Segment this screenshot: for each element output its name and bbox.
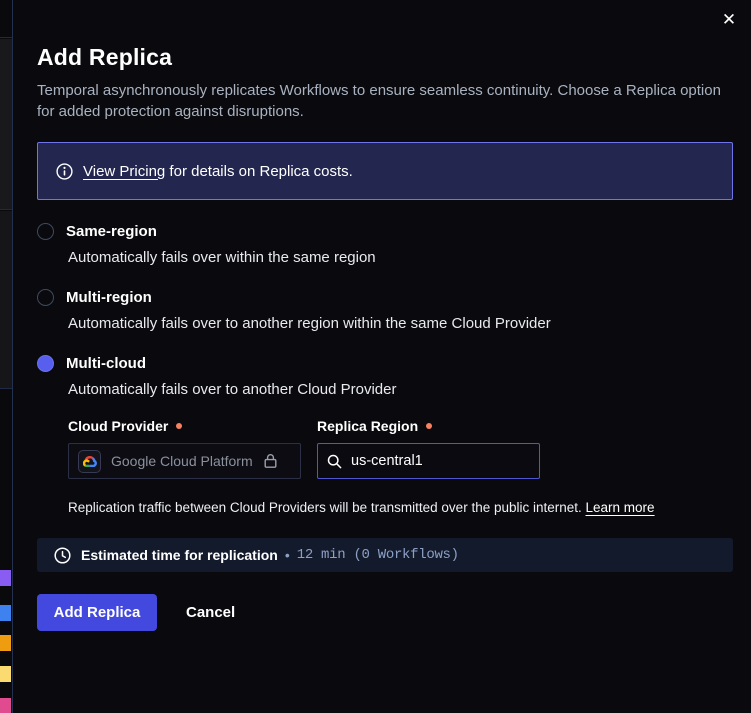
cloud-provider-field: Google Cloud Platform — [68, 443, 301, 479]
close-icon[interactable]: ✕ — [715, 6, 743, 34]
add-replica-button[interactable]: Add Replica — [37, 594, 157, 631]
required-dot — [176, 423, 182, 429]
backdrop-color-bar — [0, 666, 11, 682]
replica-region-field[interactable] — [317, 443, 540, 479]
modal-actions: Add Replica Cancel — [37, 594, 733, 631]
add-replica-modal: ✕ Add Replica Temporal asynchronously re… — [13, 0, 751, 713]
modal-description: Temporal asynchronously replicates Workf… — [37, 80, 727, 122]
backdrop-section — [0, 0, 12, 38]
search-icon — [327, 454, 342, 469]
option-multi-region-label[interactable]: Multi-region — [66, 289, 152, 306]
pricing-banner-rest: for details on Replica costs. — [165, 163, 353, 180]
replica-region-input[interactable] — [351, 453, 516, 469]
replica-region-label: Replica Region — [317, 418, 432, 434]
option-same-region-label[interactable]: Same-region — [66, 223, 157, 240]
radio-multi-region[interactable] — [37, 289, 54, 306]
page-title: Add Replica — [37, 44, 733, 71]
backdrop-color-bar — [0, 635, 11, 651]
public-internet-note: Replication traffic between Cloud Provid… — [68, 500, 733, 515]
option-multi-region: Multi-region Automatically fails over to… — [37, 289, 733, 332]
option-same-region: Same-region Automatically fails over wit… — [37, 223, 733, 266]
backdrop-color-bar — [0, 698, 11, 713]
pricing-banner-text: View Pricing for details on Replica cost… — [83, 163, 353, 180]
backdrop-color-bar — [0, 605, 11, 621]
backdrop-color-bar — [0, 570, 11, 586]
learn-more-link[interactable]: Learn more — [586, 500, 655, 515]
backdrop-section — [0, 390, 12, 713]
cancel-button[interactable]: Cancel — [186, 604, 235, 621]
clock-icon — [54, 547, 71, 564]
required-dot — [426, 423, 432, 429]
pricing-info-banner: View Pricing for details on Replica cost… — [37, 142, 733, 200]
info-icon — [56, 163, 73, 180]
cloud-provider-value: Google Cloud Platform — [111, 453, 253, 469]
backdrop-section — [0, 39, 12, 210]
radio-multi-cloud[interactable] — [37, 355, 54, 372]
estimate-value: 12 min (0 Workflows) — [297, 547, 459, 563]
view-pricing-link[interactable]: View Pricing — [83, 163, 165, 180]
estimated-time-bar: Estimated time for replication • 12 min … — [37, 538, 733, 572]
cloud-provider-label: Cloud Provider — [68, 418, 317, 434]
multi-cloud-subform: Cloud Provider Replica Region — [68, 418, 733, 479]
option-multi-region-description: Automatically fails over to another regi… — [68, 315, 733, 332]
estimate-separator: • — [285, 547, 290, 563]
backdrop-section — [0, 211, 12, 389]
option-multi-cloud: Multi-cloud Automatically fails over to … — [37, 355, 733, 515]
google-cloud-icon — [78, 450, 101, 473]
lock-icon — [263, 453, 278, 469]
option-multi-cloud-description: Automatically fails over to another Clou… — [68, 381, 733, 398]
option-multi-cloud-label[interactable]: Multi-cloud — [66, 355, 146, 372]
option-same-region-description: Automatically fails over within the same… — [68, 249, 733, 266]
estimate-label: Estimated time for replication — [81, 547, 278, 563]
radio-same-region[interactable] — [37, 223, 54, 240]
replica-option-group: Same-region Automatically fails over wit… — [37, 223, 733, 515]
